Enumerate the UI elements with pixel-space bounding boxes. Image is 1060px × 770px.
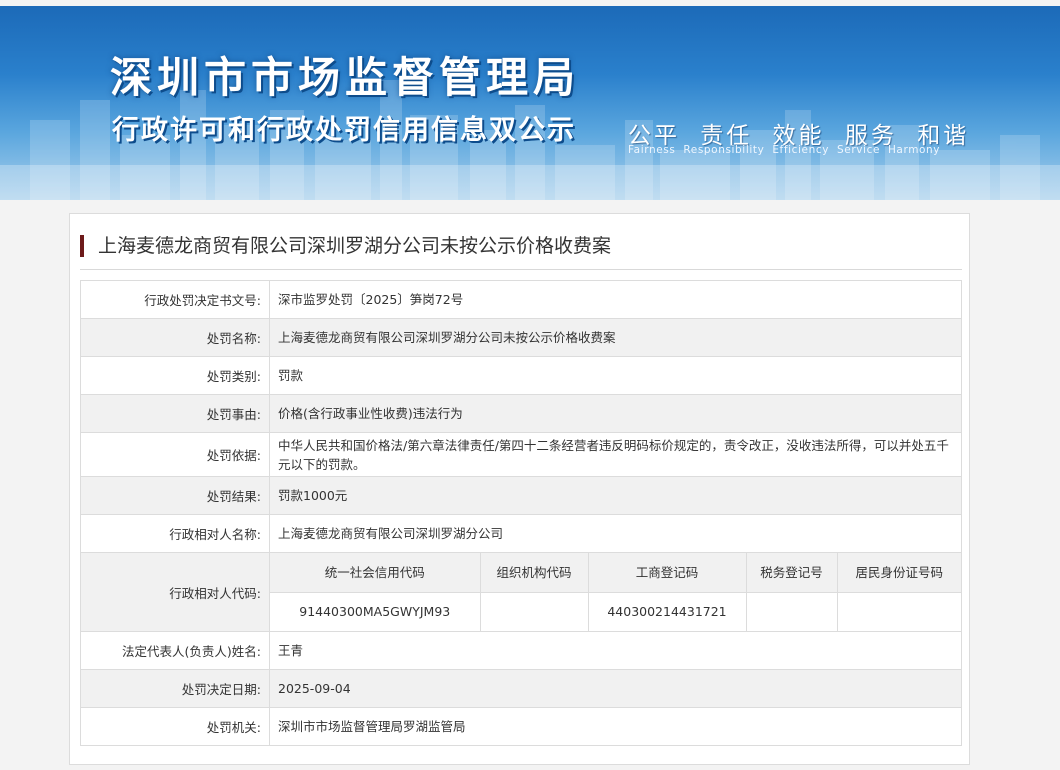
- business-reg-code-value: 440300214431721: [587, 592, 746, 631]
- table-row: 处罚事由: 价格(含行政事业性收费)违法行为: [80, 394, 962, 433]
- title-accent-bar: [80, 235, 84, 257]
- decision-date-value: 2025-09-04: [269, 669, 962, 708]
- table-row: 行政处罚决定书文号: 深市监罗处罚〔2025〕笋岗72号: [80, 280, 962, 319]
- penalty-basis-label: 处罚依据:: [80, 432, 270, 477]
- legal-rep-value: 王青: [269, 631, 962, 670]
- counterpart-code-label: 行政相对人代码:: [80, 552, 270, 632]
- counterpart-code-cell: 统一社会信用代码 组织机构代码 工商登记码 税务登记号 居民身份证号码 9144…: [269, 552, 962, 632]
- penalty-reason-value: 价格(含行政事业性收费)违法行为: [269, 394, 962, 433]
- penalty-reason-label: 处罚事由:: [80, 394, 270, 433]
- table-row: 处罚结果: 罚款1000元: [80, 476, 962, 515]
- case-title: 上海麦德龙商贸有限公司深圳罗湖分公司未按公示价格收费案: [98, 235, 612, 257]
- penalty-type-label: 处罚类别:: [80, 356, 270, 395]
- site-subtitle: 行政许可和行政处罚信用信息双公示: [112, 115, 576, 146]
- legal-rep-label: 法定代表人(负责人)姓名:: [80, 631, 270, 670]
- penalty-name-label: 处罚名称:: [80, 318, 270, 357]
- header-banner: 深圳市市场监督管理局 行政许可和行政处罚信用信息双公示 公平 责任 效能 服务 …: [0, 6, 1060, 200]
- penalty-result-value: 罚款1000元: [269, 476, 962, 515]
- authority-label: 处罚机关:: [80, 707, 270, 746]
- table-row: 法定代表人(负责人)姓名: 王青: [80, 631, 962, 670]
- header-credit-code: 统一社会信用代码: [270, 553, 480, 593]
- tax-reg-no-value: [745, 592, 837, 631]
- table-row: 处罚依据: 中华人民共和国价格法/第六章法律责任/第四十二条经营者违反明码标价规…: [80, 432, 962, 477]
- penalty-type-value: 罚款: [269, 356, 962, 395]
- penalty-basis-value: 中华人民共和国价格法/第六章法律责任/第四十二条经营者违反明码标价规定的，责令改…: [269, 432, 962, 477]
- header-business-reg-code: 工商登记码: [587, 553, 746, 593]
- table-row: 行政相对人名称: 上海麦德龙商贸有限公司深圳罗湖分公司: [80, 514, 962, 553]
- id-card-no-value: [836, 592, 961, 631]
- decision-no-label: 行政处罚决定书文号:: [80, 280, 270, 319]
- agency-title: 深圳市市场监督管理局: [110, 53, 581, 102]
- decision-date-label: 处罚决定日期:: [80, 669, 270, 708]
- table-row: 处罚类别: 罚款: [80, 356, 962, 395]
- authority-value: 深圳市市场监督管理局罗湖监管局: [269, 707, 962, 746]
- counterpart-name-label: 行政相对人名称:: [80, 514, 270, 553]
- credit-code-value: 91440300MA5GWYJM93: [270, 592, 480, 631]
- decision-no-value: 深市监罗处罚〔2025〕笋岗72号: [269, 280, 962, 319]
- case-detail-table: 行政处罚决定书文号: 深市监罗处罚〔2025〕笋岗72号 处罚名称: 上海麦德龙…: [80, 280, 962, 746]
- header-id-card-no: 居民身份证号码: [836, 553, 961, 593]
- case-detail-panel: 上海麦德龙商贸有限公司深圳罗湖分公司未按公示价格收费案 行政处罚决定书文号: 深…: [69, 213, 970, 765]
- code-header-row: 统一社会信用代码 组织机构代码 工商登记码 税务登记号 居民身份证号码: [270, 553, 961, 593]
- penalty-name-value: 上海麦德龙商贸有限公司深圳罗湖分公司未按公示价格收费案: [269, 318, 962, 357]
- slogan-english: Fairness Responsibility Efficiency Servi…: [628, 144, 941, 156]
- org-code-value: [479, 592, 588, 631]
- counterpart-name-value: 上海麦德龙商贸有限公司深圳罗湖分公司: [269, 514, 962, 553]
- counterpart-code-table: 统一社会信用代码 组织机构代码 工商登记码 税务登记号 居民身份证号码 9144…: [270, 553, 961, 631]
- table-row: 处罚机关: 深圳市市场监督管理局罗湖监管局: [80, 707, 962, 746]
- table-row: 处罚决定日期: 2025-09-04: [80, 669, 962, 708]
- penalty-result-label: 处罚结果:: [80, 476, 270, 515]
- case-title-bar: 上海麦德龙商贸有限公司深圳罗湖分公司未按公示价格收费案: [80, 232, 962, 270]
- table-row: 处罚名称: 上海麦德龙商贸有限公司深圳罗湖分公司未按公示价格收费案: [80, 318, 962, 357]
- table-row: 行政相对人代码: 统一社会信用代码 组织机构代码 工商登记码 税务登记号 居民身…: [80, 552, 962, 632]
- header-org-code: 组织机构代码: [479, 553, 588, 593]
- header-tax-reg-no: 税务登记号: [745, 553, 837, 593]
- code-value-row: 91440300MA5GWYJM93 440300214431721: [270, 592, 961, 631]
